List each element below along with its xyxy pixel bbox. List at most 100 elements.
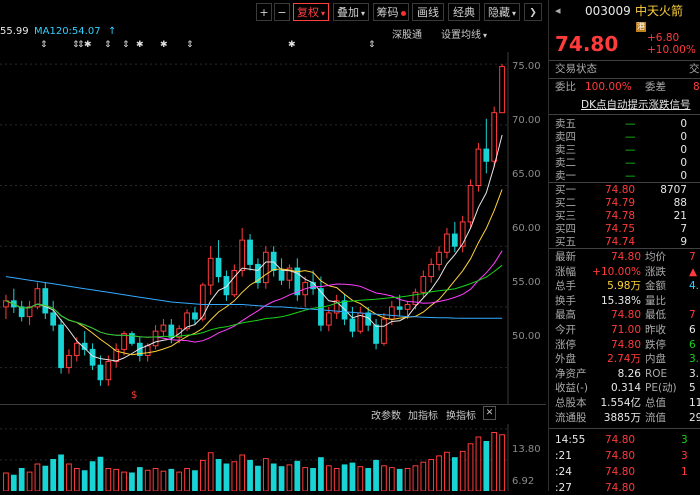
tick-volume: 3: [681, 450, 688, 462]
buy-level-label: 买四: [555, 223, 576, 235]
price-change-pct: +10.00%: [647, 44, 696, 56]
sell-level-label: 卖三: [555, 144, 576, 156]
stat-label: 涨停: [555, 338, 576, 351]
volume-tick: 6.92: [512, 476, 535, 487]
volume-bar: [3, 472, 9, 491]
volume-axis: 13.80 6.92: [508, 424, 546, 491]
chouma-label: 筹码: [376, 6, 399, 19]
candle: [467, 179, 474, 228]
volume-bar: [176, 471, 183, 491]
kline-chart[interactable]: [0, 52, 546, 404]
candle: [475, 143, 482, 192]
volume-bar: [412, 465, 419, 491]
volume-bar: [262, 458, 269, 491]
divider: [0, 404, 546, 405]
stat-value: +10.00%: [592, 265, 641, 278]
stat-row: 总股本 1.554亿总值 116: [549, 396, 700, 410]
shengu-button[interactable]: 深股通: [392, 26, 422, 41]
event-marker-icon[interactable]: ⇕: [104, 40, 112, 50]
event-marker-icon[interactable]: ⇕: [186, 40, 194, 50]
buy-price: 74.74: [605, 236, 636, 248]
zoom-out-button[interactable]: −: [274, 3, 290, 21]
volume-bar: [373, 459, 379, 491]
trade-status-label: 交易状态: [555, 63, 597, 75]
diejia-button[interactable]: 叠加 ▾: [333, 3, 369, 21]
sell-order-row: 卖一 — 0: [549, 169, 700, 183]
signal-marker-icon: $: [131, 390, 138, 401]
volume-bar: [215, 459, 222, 491]
star-marker-icon[interactable]: ✱: [136, 40, 144, 50]
volume-chart[interactable]: [0, 424, 546, 491]
candle: [333, 294, 340, 320]
jingdian-button[interactable]: 经典: [448, 3, 480, 21]
stat-value: 6: [689, 324, 696, 336]
candle: [58, 319, 64, 374]
volume-bar: [73, 468, 80, 491]
volume-bar: [42, 465, 49, 491]
tick-price: 74.80: [605, 482, 636, 494]
buy-price: 74.80: [605, 184, 636, 196]
stat-label: 外盘: [555, 353, 576, 366]
volume-bar: [34, 463, 41, 491]
stat-value: 116: [689, 397, 700, 409]
volume-bar: [160, 470, 167, 491]
star-marker-icon[interactable]: ✱: [288, 40, 296, 50]
stat-label: 涨跌: [645, 265, 666, 278]
candle: [66, 349, 72, 374]
zoom-in-button[interactable]: +: [256, 3, 272, 21]
volume-bar: [318, 457, 324, 491]
dk-signal-link[interactable]: DK点自动提示涨跌信号: [581, 98, 690, 112]
price-tick: 65.00: [512, 169, 541, 180]
stat-label: 内盘: [645, 353, 666, 366]
chouma-button[interactable]: 筹码: [373, 3, 409, 21]
stock-code: 003009: [585, 4, 631, 18]
volume-bar: [168, 468, 175, 491]
change-params-button[interactable]: 改参数: [371, 407, 401, 422]
volume-bar: [239, 454, 246, 491]
volume-bar: [333, 468, 340, 491]
last-price: 74.80: [555, 32, 619, 56]
fuquan-label: 复权: [296, 6, 319, 19]
switch-indicator-button[interactable]: 换指标: [446, 407, 476, 422]
tick-time: :24: [555, 466, 572, 478]
sell-order-row: 卖三 — 0: [549, 143, 700, 157]
volume-bar: [144, 469, 151, 491]
tick-time: :21: [555, 450, 572, 462]
tick-volume: 3: [681, 434, 688, 446]
weibi-value: 100.00%: [585, 81, 632, 93]
candle: [42, 282, 49, 320]
huaxian-button[interactable]: 画线: [412, 3, 444, 21]
divider: [549, 60, 700, 61]
volume-bar: [81, 470, 88, 491]
dk-signal-row[interactable]: DK点自动提示涨跌信号: [549, 98, 700, 112]
add-indicator-button[interactable]: 加指标: [408, 407, 438, 422]
stat-value: 2.74万: [607, 353, 641, 366]
tick-price: 74.80: [605, 450, 636, 462]
star-marker-icon[interactable]: ✱: [84, 40, 92, 50]
stat-value: 0.314: [610, 382, 641, 395]
volume-bar: [192, 470, 198, 491]
trade-status-row: 交易状态 交: [549, 62, 700, 76]
volume-bar: [499, 434, 505, 491]
volume-bar: [10, 474, 17, 491]
event-marker-icon[interactable]: ⇕: [40, 40, 48, 50]
stock-header: ◂ 003009 中天火箭: [549, 4, 700, 20]
close-icon[interactable]: ✕: [483, 406, 496, 420]
setting-ma-button[interactable]: 设置均线 ▾: [441, 26, 487, 41]
back-arrow-icon[interactable]: ◂: [555, 4, 561, 18]
ma120-value: MA120:54.07: [34, 26, 101, 37]
volume-bar: [491, 432, 498, 491]
star-marker-icon[interactable]: ✱: [160, 40, 168, 50]
volume-bar: [121, 471, 127, 491]
fuquan-button[interactable]: 复权 ▾: [293, 3, 329, 21]
stat-value: 74.80: [610, 251, 641, 263]
event-marker-icon[interactable]: ⇕: [122, 40, 130, 50]
tick-row: :24 74.80 1: [549, 465, 700, 479]
sell-price: —: [625, 170, 636, 182]
volume-bar: [428, 459, 435, 491]
sell-volume: 0: [680, 118, 687, 130]
hk-connect-badge: 港: [636, 22, 646, 32]
price-tick: 70.00: [512, 115, 541, 126]
candle: [451, 221, 458, 253]
event-marker-icon[interactable]: ⇕: [368, 40, 376, 50]
